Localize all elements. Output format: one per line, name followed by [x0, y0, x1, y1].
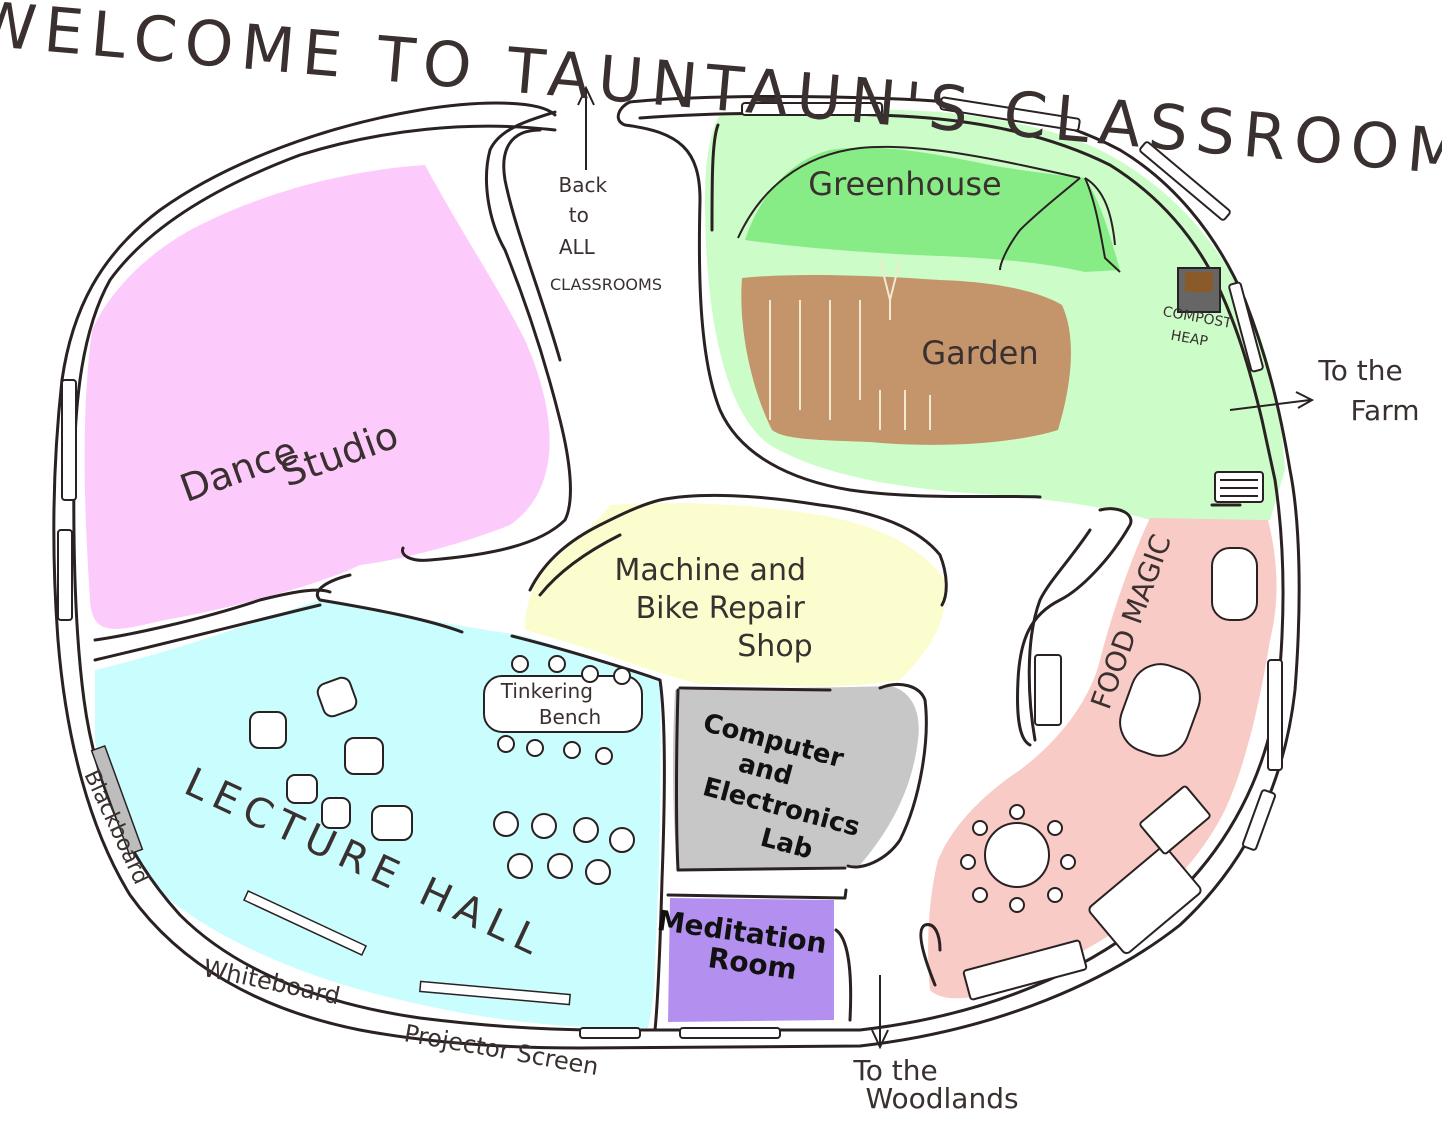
classroom-map: WELCOME TO TAUNTAUN'S CLASSROOM Dance St…	[0, 0, 1442, 1115]
compost-material	[1185, 272, 1213, 292]
garden-label: Garden	[921, 334, 1038, 372]
to-the-woodlands-label[interactable]: To the Woodlands	[852, 1054, 1018, 1115]
to-the-farm-label[interactable]: To the Farm	[1317, 354, 1419, 427]
dining-table[interactable]	[984, 822, 1050, 888]
greenhouse-label: Greenhouse	[808, 165, 1001, 203]
sink-icon[interactable]	[1034, 654, 1062, 726]
woodlands-arrow-icon[interactable]	[871, 975, 889, 1050]
oven-icon[interactable]	[1211, 547, 1258, 621]
back-to-classrooms-label[interactable]: Back to ALL CLASSROOMS	[550, 173, 662, 294]
